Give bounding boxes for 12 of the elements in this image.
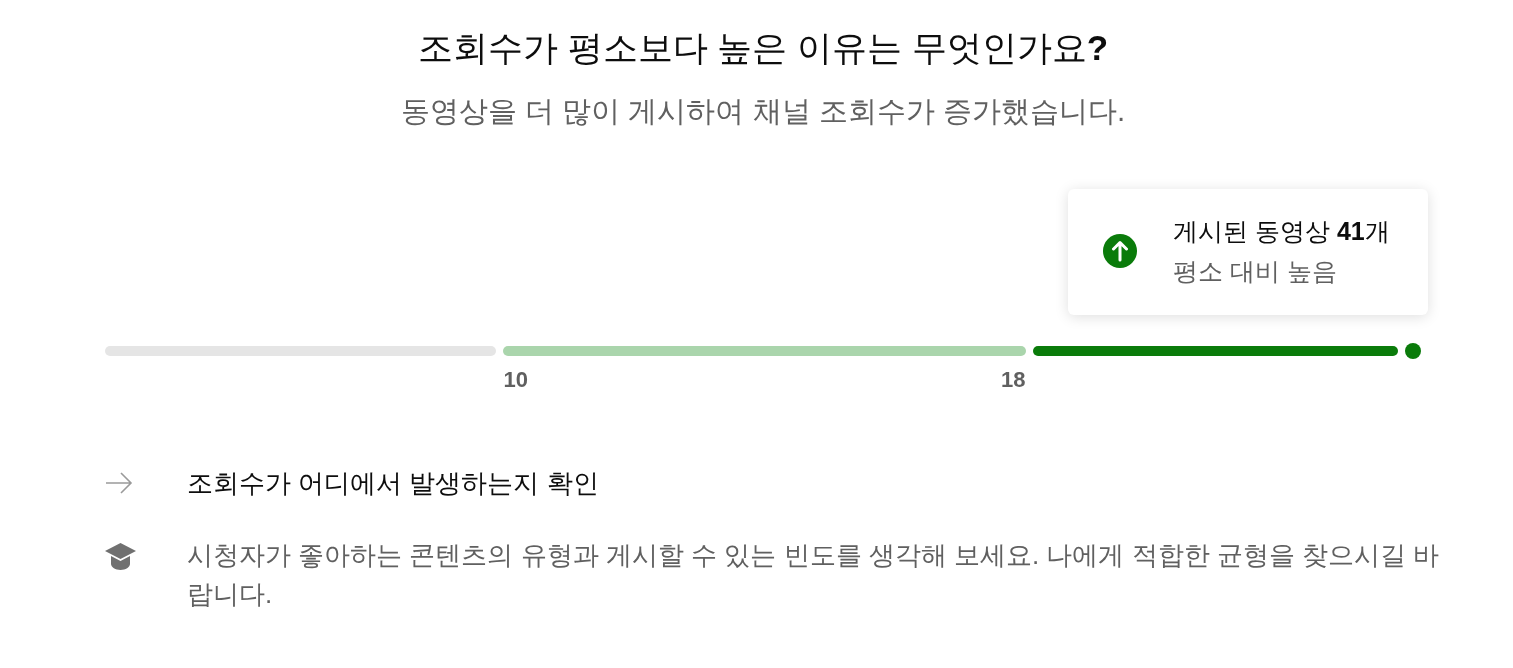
tip-text: 시청자가 좋아하는 콘텐츠의 유형과 게시할 수 있는 빈도를 생각해 보세요. 나에게 적합한 균형을 찾으시길 바랍니다. [187,539,1441,611]
callout-note: 평소 대비 높음 [1173,256,1338,287]
graduation-cap-icon [105,542,136,570]
marker-dot-icon [1405,343,1421,359]
arrow-right-icon [105,472,133,494]
arrow-up-circle-icon [1103,234,1137,268]
views-source-link[interactable]: 조회수가 어디에서 발생하는지 확인 [187,463,599,503]
range-high-label: 18 [1001,367,1026,393]
explanation-subtitle: 동영상을 더 많이 게시하여 채널 조회수가 증가했습니다. [400,93,1126,129]
question-title: 조회수가 평소보다 높은 이유는 무엇인가요? [417,27,1109,69]
callout-text: 게시된 동영상 41개 [1173,216,1390,247]
range-low-label: 10 [503,367,528,393]
